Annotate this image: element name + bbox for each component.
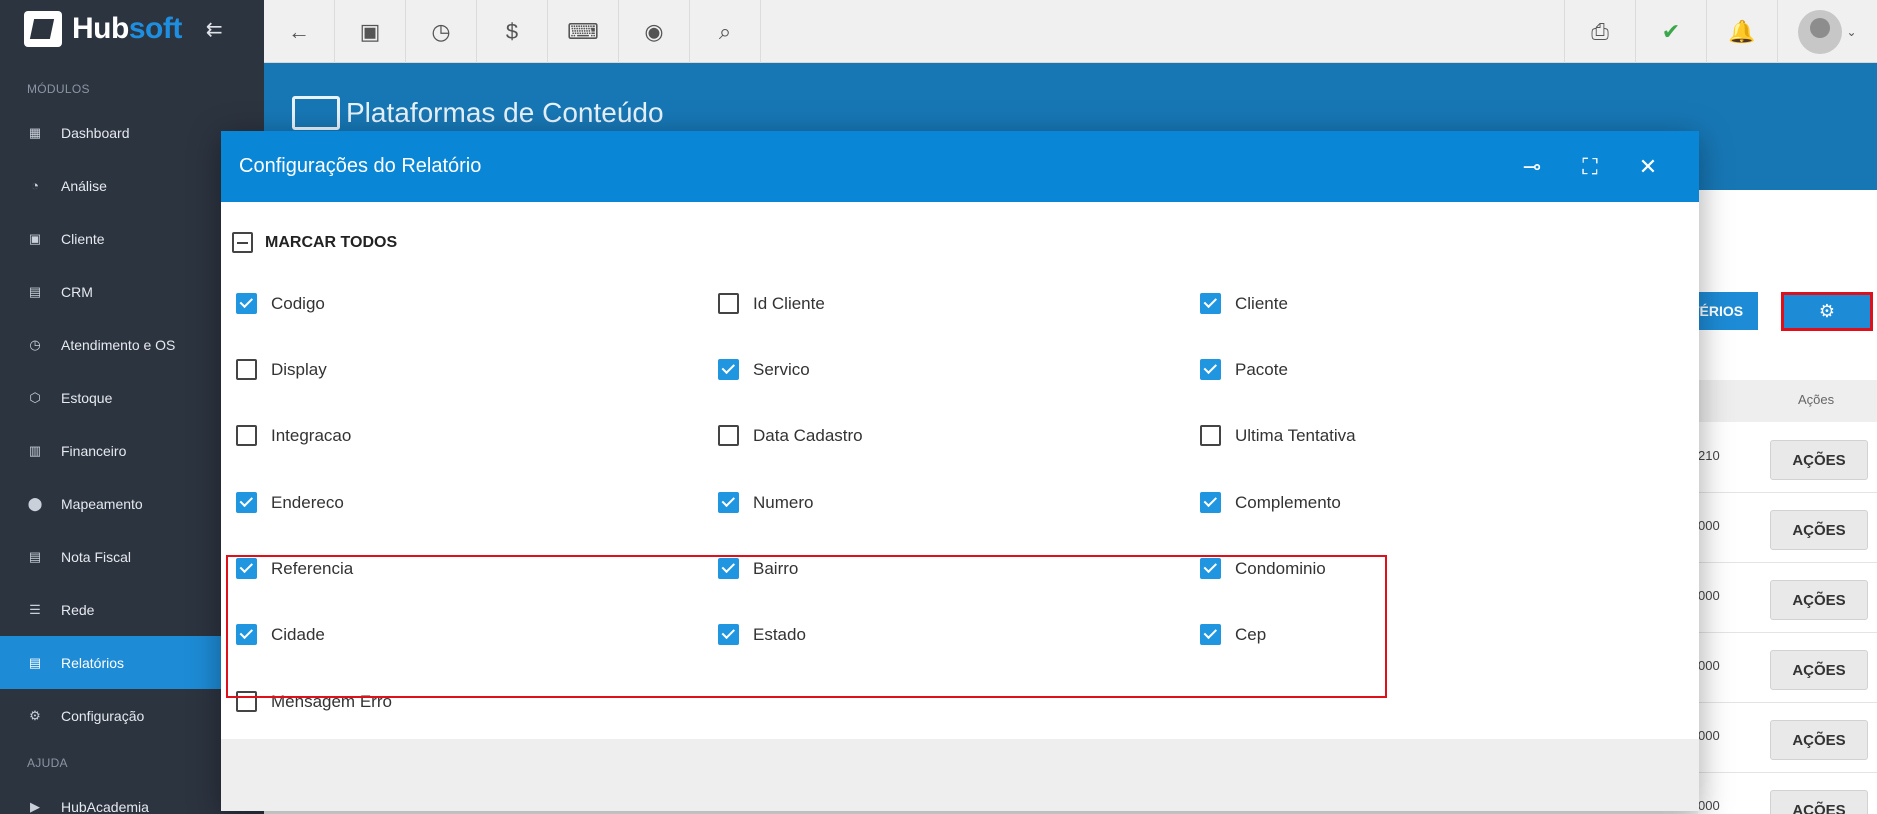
field-label: Cliente: [1235, 293, 1288, 313]
field-checkbox-cliente[interactable]: Cliente: [1200, 293, 1288, 314]
address-fields-highlight: [226, 555, 1387, 698]
checkbox-indeterminate-icon: [232, 232, 253, 253]
field-checkbox-ultima-tentativa[interactable]: Ultima Tentativa: [1200, 425, 1356, 446]
checkbox-checked-icon: [1200, 492, 1221, 513]
dialog-footer: [221, 739, 1699, 811]
field-checkbox-display[interactable]: Display: [236, 359, 327, 380]
field-label: Servico: [753, 359, 810, 379]
field-checkbox-complemento[interactable]: Complemento: [1200, 492, 1341, 513]
checkbox-checked-icon: [718, 492, 739, 513]
close-icon[interactable]: ✕: [1637, 154, 1659, 180]
checkbox-unchecked-icon: [718, 293, 739, 314]
field-checkbox-numero[interactable]: Numero: [718, 492, 813, 513]
field-checkbox-pacote[interactable]: Pacote: [1200, 359, 1288, 380]
field-checkbox-id-cliente[interactable]: Id Cliente: [718, 293, 825, 314]
select-all-checkbox[interactable]: MARCAR TODOS: [232, 232, 397, 253]
field-label: Numero: [753, 492, 814, 512]
field-label: Complemento: [1235, 492, 1341, 512]
field-checkbox-endereco[interactable]: Endereco: [236, 492, 344, 513]
toggle-icon[interactable]: ⊸: [1521, 154, 1543, 180]
field-checkbox-servico[interactable]: Servico: [718, 359, 810, 380]
field-checkbox-data-cadastro[interactable]: Data Cadastro: [718, 425, 863, 446]
checkbox-checked-icon: [236, 492, 257, 513]
checkbox-checked-icon: [236, 293, 257, 314]
field-label: Endereco: [271, 492, 344, 512]
dialog-header: Configurações do Relatório ⊸ ⛶ ✕: [221, 131, 1699, 202]
checkbox-unchecked-icon: [1200, 425, 1221, 446]
select-all-label: MARCAR TODOS: [265, 233, 398, 251]
field-label: Ultima Tentativa: [1235, 425, 1356, 445]
checkbox-checked-icon: [1200, 359, 1221, 380]
dialog-title: Configurações do Relatório: [239, 155, 482, 177]
checkbox-unchecked-icon: [236, 359, 257, 380]
field-label: Display: [271, 359, 327, 379]
checkbox-checked-icon: [718, 359, 739, 380]
report-settings-dialog: Configurações do Relatório ⊸ ⛶ ✕ MARCAR …: [221, 131, 1699, 811]
field-checkbox-integracao[interactable]: Integracao: [236, 425, 351, 446]
field-label: Data Cadastro: [753, 425, 863, 445]
field-label: Codigo: [271, 293, 325, 313]
field-label: Id Cliente: [753, 293, 825, 313]
field-label: Integracao: [271, 425, 352, 445]
checkbox-checked-icon: [1200, 293, 1221, 314]
dialog-body: MARCAR TODOS Codigo Id Cliente Cliente Disp…: [221, 202, 1699, 744]
field-label: Pacote: [1235, 359, 1288, 379]
checkbox-unchecked-icon: [718, 425, 739, 446]
checkbox-unchecked-icon: [236, 425, 257, 446]
fullscreen-icon[interactable]: ⛶: [1579, 154, 1601, 180]
field-checkbox-codigo[interactable]: Codigo: [236, 293, 325, 314]
